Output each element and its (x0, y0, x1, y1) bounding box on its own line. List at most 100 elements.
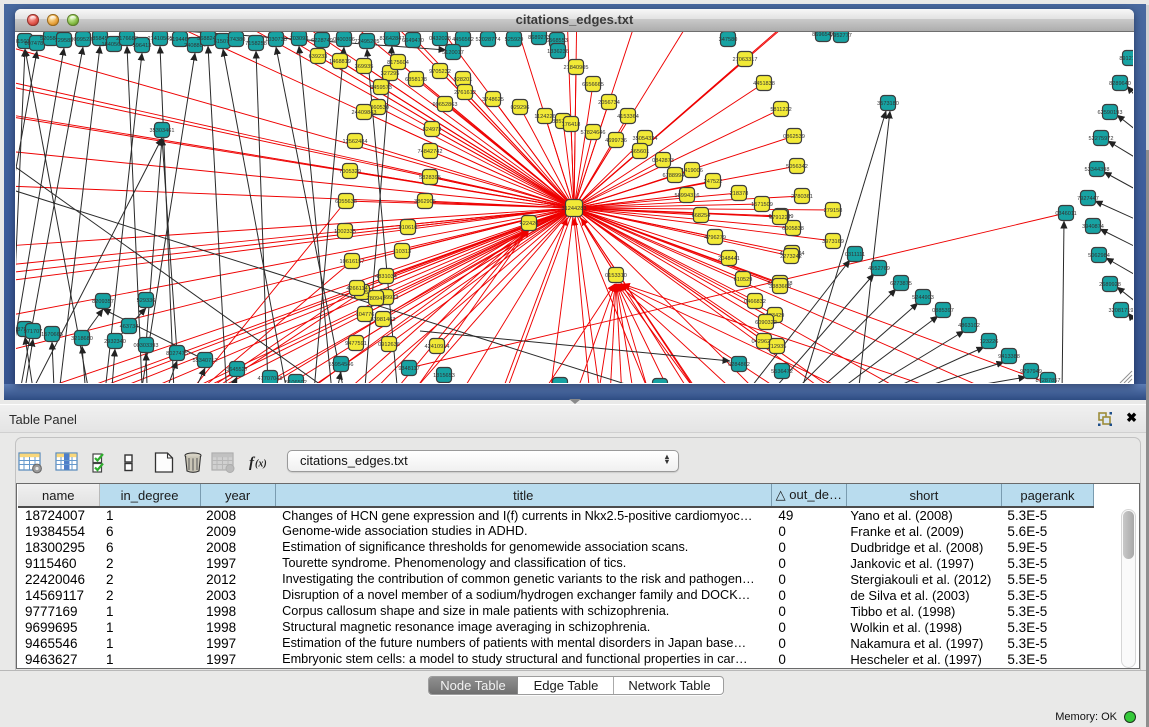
svg-text:52028774: 52028774 (476, 37, 501, 43)
svg-text:9348117: 9348117 (398, 366, 419, 372)
svg-text:610529: 610529 (734, 277, 753, 283)
svg-text:110313: 110313 (393, 249, 411, 255)
svg-text:347580: 347580 (719, 37, 738, 43)
svg-text:31244283: 31244283 (562, 206, 587, 212)
svg-text:0466832: 0466832 (744, 299, 766, 305)
svg-text:0862539: 0862539 (783, 134, 805, 140)
svg-text:3940874: 3940874 (1082, 224, 1104, 230)
svg-text:029296: 029296 (511, 105, 530, 111)
svg-text:529336: 529336 (137, 298, 156, 304)
svg-text:0311111: 0311111 (845, 252, 865, 258)
svg-text:(x): (x) (255, 459, 267, 470)
svg-text:327295: 327295 (381, 71, 400, 77)
svg-text:639233: 639233 (309, 54, 328, 60)
svg-text:7927447: 7927447 (1077, 196, 1099, 202)
svg-text:712935: 712935 (768, 344, 787, 350)
svg-text:279158: 279158 (824, 208, 843, 214)
svg-text:7005329: 7005329 (339, 169, 361, 175)
svg-text:123226: 123226 (980, 339, 999, 345)
svg-text:1030738: 1030738 (265, 37, 287, 43)
svg-text:668254: 668254 (692, 213, 711, 219)
svg-text:1570665: 1570665 (41, 332, 63, 338)
svg-text:9797949: 9797949 (1020, 369, 1042, 375)
svg-text:6568553: 6568553 (546, 38, 568, 44)
svg-text:0346011: 0346011 (1055, 211, 1076, 217)
svg-text:463734: 463734 (120, 324, 139, 330)
svg-text:3383668: 3383668 (769, 284, 791, 290)
svg-text:1002335: 1002335 (334, 229, 356, 235)
svg-text:2048441: 2048441 (718, 256, 740, 262)
svg-text:1315653: 1315653 (433, 373, 455, 379)
svg-text:6273875: 6273875 (890, 281, 912, 287)
svg-text:12562484: 12562484 (343, 139, 368, 145)
svg-text:3573180: 3573180 (877, 101, 899, 107)
svg-text:218378: 218378 (730, 191, 749, 197)
svg-text:90652863: 90652863 (433, 102, 458, 108)
svg-text:780941: 780941 (367, 296, 386, 302)
svg-text:27063317: 27063317 (733, 57, 758, 63)
svg-text:8209357: 8209357 (92, 299, 114, 305)
svg-text:174380: 174380 (227, 37, 246, 43)
svg-text:4552769: 4552769 (868, 266, 890, 272)
svg-text:2932340: 2932340 (104, 339, 126, 345)
svg-text:74842742: 74842742 (418, 149, 443, 155)
svg-text:4831034: 4831034 (375, 274, 397, 280)
svg-text:6358178: 6358178 (405, 77, 427, 83)
svg-text:35303461: 35303461 (150, 128, 175, 134)
svg-text:0432028: 0432028 (429, 36, 451, 42)
svg-text:6055638: 6055638 (335, 199, 357, 205)
svg-text:9477591: 9477591 (345, 341, 367, 347)
svg-text:624973: 624973 (423, 127, 442, 133)
svg-text:52275972: 52275972 (1089, 136, 1114, 142)
svg-text:7158258: 7158258 (245, 41, 267, 47)
svg-text:3218680: 3218680 (71, 336, 93, 342)
svg-text:2761612: 2761612 (454, 90, 476, 96)
svg-text:910616: 910616 (399, 225, 418, 231)
svg-text:0842873: 0842873 (652, 158, 674, 164)
svg-text:6090322: 6090322 (755, 320, 777, 326)
svg-text:4153364: 4153364 (617, 114, 639, 120)
svg-text:9413388: 9413388 (998, 354, 1020, 360)
svg-text:4451838: 4451838 (753, 81, 775, 87)
svg-text:6656665: 6656665 (582, 82, 604, 88)
svg-text:7952777: 7952777 (830, 33, 852, 39)
svg-text:8289640: 8289640 (1109, 81, 1131, 87)
svg-text:0284862: 0284862 (728, 362, 750, 368)
svg-text:0400396: 0400396 (333, 37, 355, 43)
svg-text:596413: 596413 (133, 43, 152, 49)
svg-text:47707048: 47707048 (258, 376, 283, 382)
svg-text:8027475: 8027475 (166, 351, 188, 357)
svg-text:247522: 247522 (704, 179, 723, 185)
svg-text:3459573: 3459573 (370, 85, 392, 91)
svg-text:703093: 703093 (290, 36, 309, 42)
svg-text:4456562: 4456562 (452, 37, 474, 43)
svg-text:8912112: 8912112 (1119, 56, 1133, 62)
svg-text:62590193: 62590193 (1098, 110, 1123, 116)
svg-text:4699736: 4699736 (605, 138, 627, 144)
svg-text:176418: 176418 (562, 122, 581, 128)
svg-text:1336236: 1336236 (547, 49, 569, 55)
svg-text:525929: 525929 (505, 37, 524, 43)
svg-text:369935: 369935 (355, 64, 374, 70)
svg-text:4796279: 4796279 (704, 235, 726, 241)
svg-text:0153310: 0153310 (605, 273, 627, 279)
svg-text:2273242: 2273242 (780, 254, 802, 260)
svg-text:5120017: 5120017 (442, 50, 464, 56)
svg-text:24409843: 24409843 (352, 110, 377, 116)
svg-text:4266114: 4266114 (346, 286, 367, 292)
svg-text:83642847: 83642847 (380, 36, 405, 42)
svg-text:1468819: 1468819 (329, 59, 351, 65)
svg-text:422426: 422426 (520, 221, 539, 227)
svg-text:5811222: 5811222 (770, 107, 791, 113)
svg-text:83981463: 83981463 (371, 317, 396, 323)
svg-text:1571509: 1571509 (751, 202, 773, 208)
svg-text:5106502: 5106502 (285, 380, 307, 383)
svg-text:87287857: 87287857 (1036, 378, 1061, 383)
svg-text:3862905: 3862905 (414, 199, 436, 205)
svg-text:3748625: 3748625 (482, 97, 504, 103)
svg-text:53344398: 53344398 (1085, 167, 1110, 173)
svg-text:57824646: 57824646 (581, 130, 606, 136)
svg-text:00303393: 00303393 (134, 343, 159, 349)
svg-text:58994316: 58994316 (675, 193, 700, 199)
svg-text:2689928: 2689928 (1099, 282, 1121, 288)
